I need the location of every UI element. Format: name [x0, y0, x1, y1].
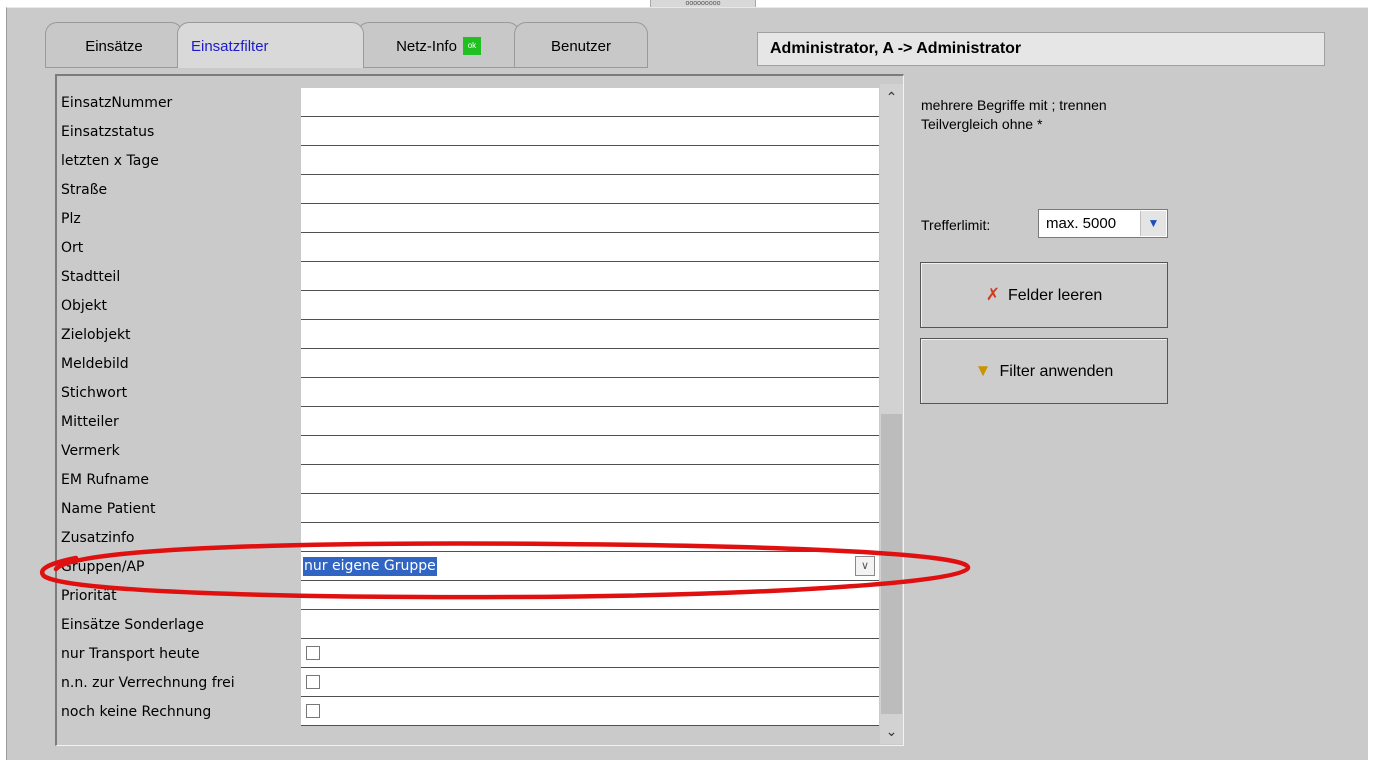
filter-row: EinsatzNummer: [57, 88, 880, 117]
filter-label: nur Transport heute: [61, 646, 200, 662]
filter-input[interactable]: [301, 436, 879, 465]
scroll-down-icon[interactable]: ⌄: [880, 718, 903, 744]
filter-label: Priorität: [61, 588, 117, 604]
filter-input[interactable]: [301, 610, 879, 639]
filter-row: letzten x Tage: [57, 146, 880, 175]
filter-input[interactable]: [301, 320, 879, 349]
filter-label: Plz: [61, 211, 81, 227]
checkbox[interactable]: [306, 646, 320, 660]
filter-input[interactable]: [301, 581, 879, 610]
filter-row: Plz: [57, 204, 880, 233]
tab-benutzer[interactable]: Benutzer: [514, 22, 648, 68]
filter-label: Stichwort: [61, 385, 128, 401]
filter-input[interactable]: [301, 291, 879, 320]
filter-label: n.n. zur Verrechnung frei: [61, 675, 235, 691]
trefferlimit-select[interactable]: max. 5000 ▼: [1038, 209, 1168, 238]
filter-input[interactable]: [301, 378, 879, 407]
filter-label: Einsätze Sonderlage: [61, 617, 204, 633]
filter-grid-panel: EinsatzNummer Einsatzstatus letzten x Tage…: [55, 74, 904, 746]
scrollbar-thumb[interactable]: [881, 414, 902, 714]
filter-row: Mitteiler: [57, 407, 880, 436]
filter-input[interactable]: [301, 146, 879, 175]
chevron-down-icon[interactable]: ▼: [1140, 211, 1166, 236]
filter-row: Name Patient: [57, 494, 880, 523]
filter-label: Zusatzinfo: [61, 530, 135, 546]
filter-input[interactable]: [301, 204, 879, 233]
filter-row: Vermerk: [57, 436, 880, 465]
apply-filter-label: Filter anwenden: [999, 363, 1114, 380]
filter-label: letzten x Tage: [61, 153, 159, 169]
filter-label: Ort: [61, 240, 84, 256]
filter-label: Straße: [61, 182, 108, 198]
filter-row: Stichwort: [57, 378, 880, 407]
filter-label: EM Rufname: [61, 472, 149, 488]
filter-row: EM Rufname: [57, 465, 880, 494]
filter-label: Vermerk: [61, 443, 120, 459]
filter-grid-scrollbar[interactable]: ⌃ ⌄: [880, 84, 903, 744]
filter-label: Meldebild: [61, 356, 129, 372]
filter-row: Stadtteil: [57, 262, 880, 291]
filter-row: n.n. zur Verrechnung frei: [57, 668, 880, 697]
filter-checkbox-cell[interactable]: [301, 668, 879, 697]
tab-netz-info[interactable]: Netz-Info ok: [357, 22, 520, 68]
filter-input[interactable]: [301, 465, 879, 494]
filter-row: Zusatzinfo: [57, 523, 880, 552]
tab-bar: Einsätze Netz-Info ok Benutzer Einsatzfil…: [7, 8, 707, 68]
filter-input[interactable]: [301, 523, 879, 552]
filter-input[interactable]: [301, 117, 879, 146]
filter-input[interactable]: [301, 494, 879, 523]
filter-checkbox-cell[interactable]: [301, 697, 879, 726]
hint-line-partial-match: Teilvergleich ohne *: [921, 116, 1043, 132]
scroll-up-icon[interactable]: ⌃: [880, 84, 903, 110]
filter-label: Zielobjekt: [61, 327, 131, 343]
filter-row: Ort: [57, 233, 880, 262]
filter-label: noch keine Rechnung: [61, 704, 212, 720]
apply-filter-button[interactable]: ▼ Filter anwenden: [920, 338, 1168, 404]
filter-row: noch keine Rechnung: [57, 697, 880, 726]
filter-label: Mitteiler: [61, 414, 119, 430]
filter-label: Gruppen/AP: [61, 559, 145, 575]
current-user-display: Administrator, A -> Administrator: [757, 32, 1325, 66]
filter-label: Objekt: [61, 298, 108, 314]
filter-label: Name Patient: [61, 501, 156, 517]
filter-grid: EinsatzNummer Einsatzstatus letzten x Tage…: [57, 88, 880, 726]
filter-row: Einsatzstatus: [57, 117, 880, 146]
filter-row: Meldebild: [57, 349, 880, 378]
trefferlimit-value: max. 5000: [1046, 215, 1117, 232]
checkbox[interactable]: [306, 675, 320, 689]
eraser-icon: ✗: [985, 285, 1000, 304]
filter-input[interactable]: [301, 349, 879, 378]
filter-input[interactable]: [301, 88, 879, 117]
gruppen-ap-select[interactable]: nur eigene Gruppe ∨: [301, 552, 879, 581]
hint-line-separator: mehrere Begriffe mit ; trennen: [921, 97, 1107, 113]
ok-status-icon: ok: [462, 36, 481, 55]
filter-label: Einsatzstatus: [61, 124, 155, 140]
checkbox[interactable]: [306, 704, 320, 718]
filter-row: Priorität: [57, 581, 880, 610]
clear-fields-label: Felder leeren: [1007, 287, 1103, 304]
filter-row: Straße: [57, 175, 880, 204]
filter-row: Gruppen/AP nur eigene Gruppe ∨: [57, 552, 880, 581]
tab-einsaetze[interactable]: Einsätze: [45, 22, 183, 68]
filter-row: Objekt: [57, 291, 880, 320]
filter-input[interactable]: [301, 262, 879, 291]
filter-input[interactable]: [301, 233, 879, 262]
filter-hint: mehrere Begriffe mit ; trennen Teilvergl…: [921, 96, 1107, 134]
filter-row: nur Transport heute: [57, 639, 880, 668]
filter-label: EinsatzNummer: [61, 95, 173, 111]
tab-netz-info-label: Netz-Info: [396, 38, 457, 55]
tab-einsatzfilter[interactable]: Einsatzfilter: [177, 22, 364, 68]
filter-input[interactable]: [301, 407, 879, 436]
filter-input[interactable]: [301, 175, 879, 204]
funnel-icon: ▼: [974, 361, 992, 380]
clear-fields-button[interactable]: ✗ Felder leeren: [920, 262, 1168, 328]
filter-label: Stadtteil: [61, 269, 121, 285]
filter-checkbox-cell[interactable]: [301, 639, 879, 668]
trefferlimit-label: Trefferlimit:: [921, 217, 991, 233]
selected-value: nur eigene Gruppe: [303, 557, 437, 576]
filter-row: Zielobjekt: [57, 320, 880, 349]
filter-row: Einsätze Sonderlage: [57, 610, 880, 639]
chevron-down-icon[interactable]: ∨: [855, 556, 875, 576]
